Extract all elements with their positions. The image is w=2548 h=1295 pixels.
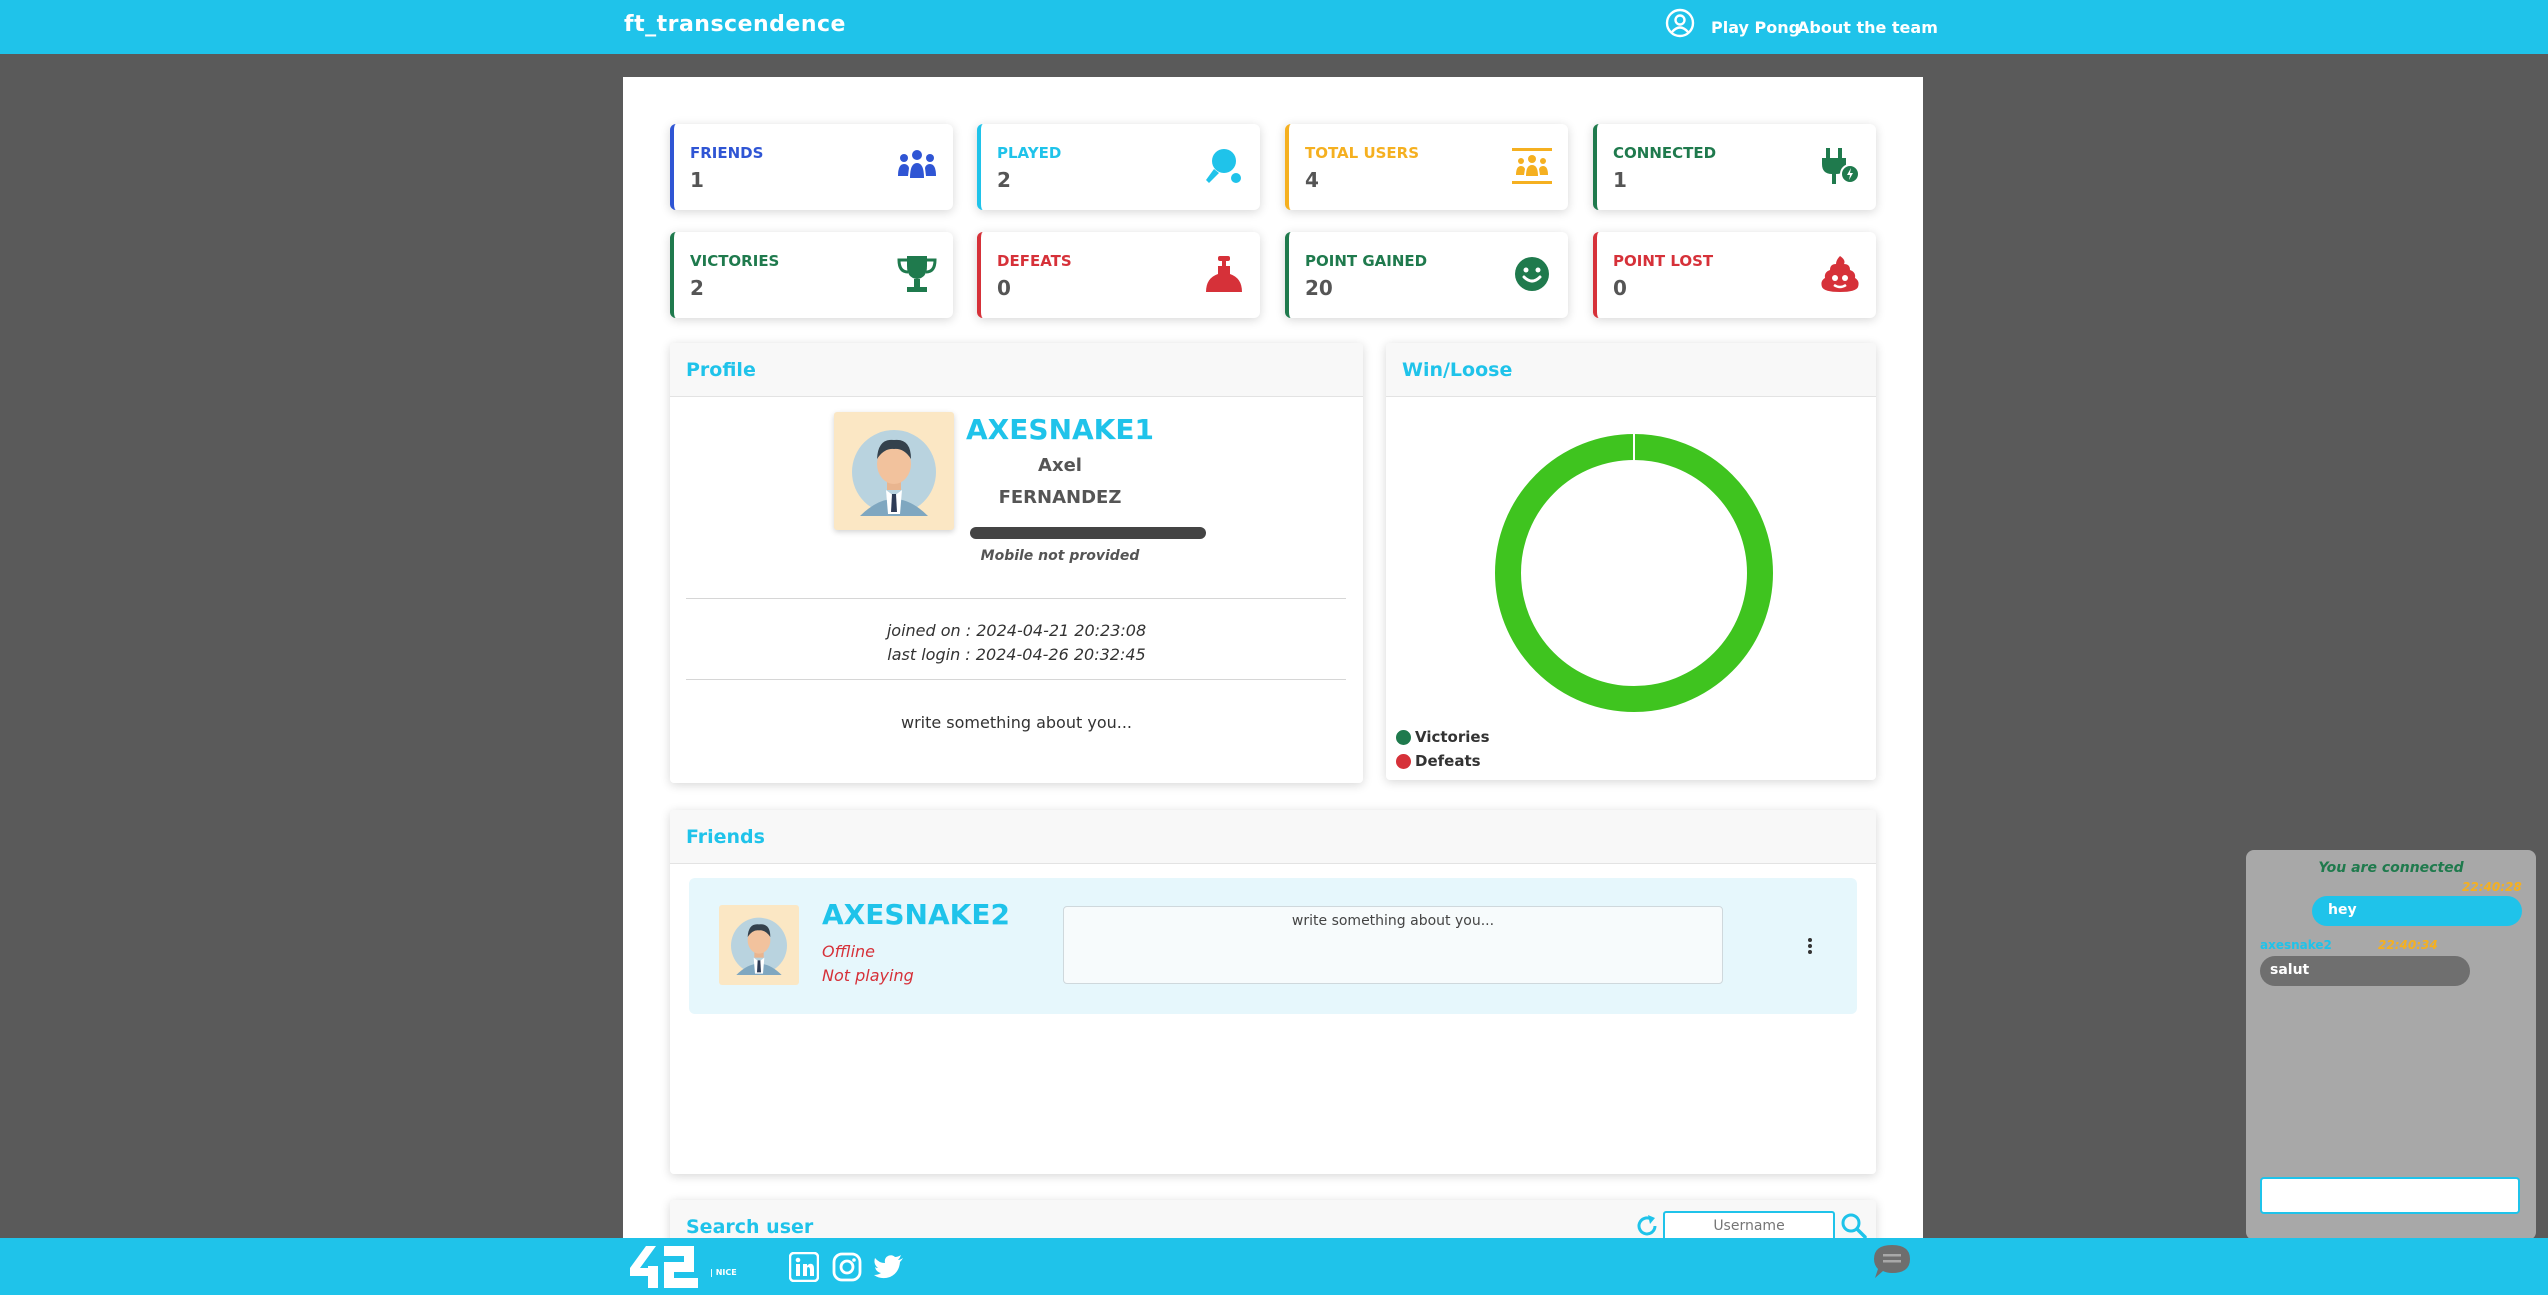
legend-item-defeats[interactable]: Defeats <box>1396 749 1490 773</box>
stat-card-defeats: DEFEATS 0 <box>977 232 1260 318</box>
top-navbar: ft_transcendence Play Pong About the tea… <box>0 0 2548 54</box>
friends-panel-title: Friends <box>686 826 765 848</box>
profile-divider-1 <box>686 598 1346 599</box>
stat-card-victories: VICTORIES 2 <box>670 232 953 318</box>
donut-slice-victories <box>1495 434 1773 712</box>
bell-icon <box>1202 252 1246 296</box>
chat-message-text: salut <box>2270 962 2310 978</box>
chat-message-text: hey <box>2328 902 2357 918</box>
winloose-legend: Victories Defeats <box>1396 725 1490 773</box>
stat-value: 20 <box>1305 276 1333 300</box>
chat-message-time: 22:40:28 <box>2462 880 2522 894</box>
stat-card-played: PLAYED 2 <box>977 124 1260 210</box>
instagram-icon[interactable] <box>832 1252 862 1282</box>
poop-icon <box>1818 252 1862 296</box>
friend-card[interactable]: AXESNAKE2 Offline Not playing write some… <box>689 878 1857 1014</box>
friend-username[interactable]: AXESNAKE2 <box>822 898 1010 931</box>
profile-panel-title: Profile <box>686 359 756 381</box>
friend-options-icon[interactable] <box>1805 934 1815 958</box>
school-name: | NICE <box>710 1268 737 1277</box>
stat-value: 2 <box>690 276 704 300</box>
main-content: FRIENDS 1 PLAYED 2 TOTAL USERS 4 CONNECTED 1 VIC… <box>623 77 1923 1260</box>
ping-pong-icon <box>1202 144 1246 188</box>
chat-connected-status: You are connected <box>2318 860 2464 876</box>
chat-toggle-icon[interactable] <box>1872 1243 1912 1281</box>
users-rectangle-icon <box>1510 144 1554 188</box>
stat-card-friends: FRIENDS 1 <box>670 124 953 210</box>
profile-username: AXESNAKE1 <box>966 413 1154 446</box>
friend-playing-status: Not playing <box>822 966 914 985</box>
linkedin-icon[interactable] <box>788 1251 820 1283</box>
winloose-panel-header: Win/Loose <box>1386 343 1876 397</box>
plug-icon <box>1818 144 1862 188</box>
winloose-panel: Win/Loose Victories Defeats <box>1386 343 1876 780</box>
profile-divider-2 <box>686 679 1346 680</box>
nav-play-pong-link[interactable]: Play Pong <box>1711 18 1800 37</box>
chat-widget: You are connected 22:40:28 hey axesnake2… <box>2246 850 2536 1240</box>
app-title[interactable]: ft_transcendence <box>624 12 846 37</box>
chat-message-own: hey <box>2312 896 2522 926</box>
school-42-logo[interactable] <box>628 1244 700 1290</box>
legend-swatch <box>1396 753 1411 769</box>
stat-value: 0 <box>1613 276 1627 300</box>
stat-value: 1 <box>1613 168 1627 192</box>
search-user-panel-title: Search user <box>686 1216 814 1238</box>
smile-icon <box>1510 252 1554 296</box>
chat-message-time: 22:40:34 <box>2378 938 2438 952</box>
friend-bio: write something about you... <box>1291 913 1495 929</box>
profile-mobile: Mobile not provided <box>980 548 1140 564</box>
stat-label: TOTAL USERS <box>1305 144 1420 162</box>
legend-item-victories[interactable]: Victories <box>1396 725 1490 749</box>
stat-card-total-users: TOTAL USERS 4 <box>1285 124 1568 210</box>
profile-last-name: FERNANDEZ <box>998 487 1122 508</box>
chat-message-author[interactable]: axesnake2 <box>2260 938 2332 952</box>
trophy-icon <box>895 252 939 296</box>
winloose-donut-chart <box>1495 434 1773 712</box>
users-icon <box>895 144 939 188</box>
legend-label: Victories <box>1415 728 1490 746</box>
stat-value: 4 <box>1305 168 1319 192</box>
profile-panel: Profile AXESNAKE1 Axel FERNANDEZ Mobile … <box>670 343 1363 783</box>
chat-message-other: salut <box>2260 956 2470 986</box>
nav-about-link[interactable]: About the team <box>1797 18 1938 37</box>
profile-joined: joined on : 2024-04-21 20:23:08 <box>886 621 1147 640</box>
legend-label: Defeats <box>1415 752 1481 770</box>
friends-panel: Friends AXESNAKE2 Offline Not playing wr… <box>670 810 1876 1174</box>
stat-label: FRIENDS <box>690 144 764 162</box>
stat-label: VICTORIES <box>690 252 780 270</box>
legend-swatch <box>1396 729 1411 745</box>
stat-label: POINT LOST <box>1613 252 1714 270</box>
donut-slice-separator <box>1633 434 1635 460</box>
stat-label: DEFEATS <box>997 252 1072 270</box>
friend-online-status: Offline <box>822 942 876 961</box>
stat-value: 0 <box>997 276 1011 300</box>
profile-bio: write something about you... <box>900 713 1132 732</box>
refresh-icon[interactable] <box>1633 1212 1661 1240</box>
search-icon[interactable] <box>1840 1212 1868 1240</box>
profile-panel-header: Profile <box>670 343 1363 397</box>
winloose-panel-title: Win/Loose <box>1402 359 1513 381</box>
redacted-email <box>970 527 1206 539</box>
footer: | NICE <box>0 1238 2548 1295</box>
stat-value: 2 <box>997 168 1011 192</box>
stat-label: CONNECTED <box>1613 144 1717 162</box>
stat-label: PLAYED <box>997 144 1062 162</box>
search-username-input[interactable] <box>1663 1211 1835 1241</box>
stat-label: POINT GAINED <box>1305 252 1428 270</box>
avatar <box>834 412 954 530</box>
friend-bio-box: write something about you... <box>1063 906 1723 984</box>
profile-last-login: last login : 2024-04-26 20:32:45 <box>887 645 1146 664</box>
twitter-icon[interactable] <box>873 1252 905 1282</box>
profile-first-name: Axel <box>1038 455 1082 476</box>
stat-card-connected: CONNECTED 1 <box>1593 124 1876 210</box>
stat-value: 1 <box>690 168 704 192</box>
user-profile-icon[interactable] <box>1665 8 1695 38</box>
stat-card-point-lost: POINT LOST 0 <box>1593 232 1876 318</box>
friends-panel-header: Friends <box>670 810 1876 864</box>
friend-avatar[interactable] <box>719 905 799 985</box>
stat-card-point-gained: POINT GAINED 20 <box>1285 232 1568 318</box>
chat-message-input[interactable] <box>2260 1177 2520 1214</box>
